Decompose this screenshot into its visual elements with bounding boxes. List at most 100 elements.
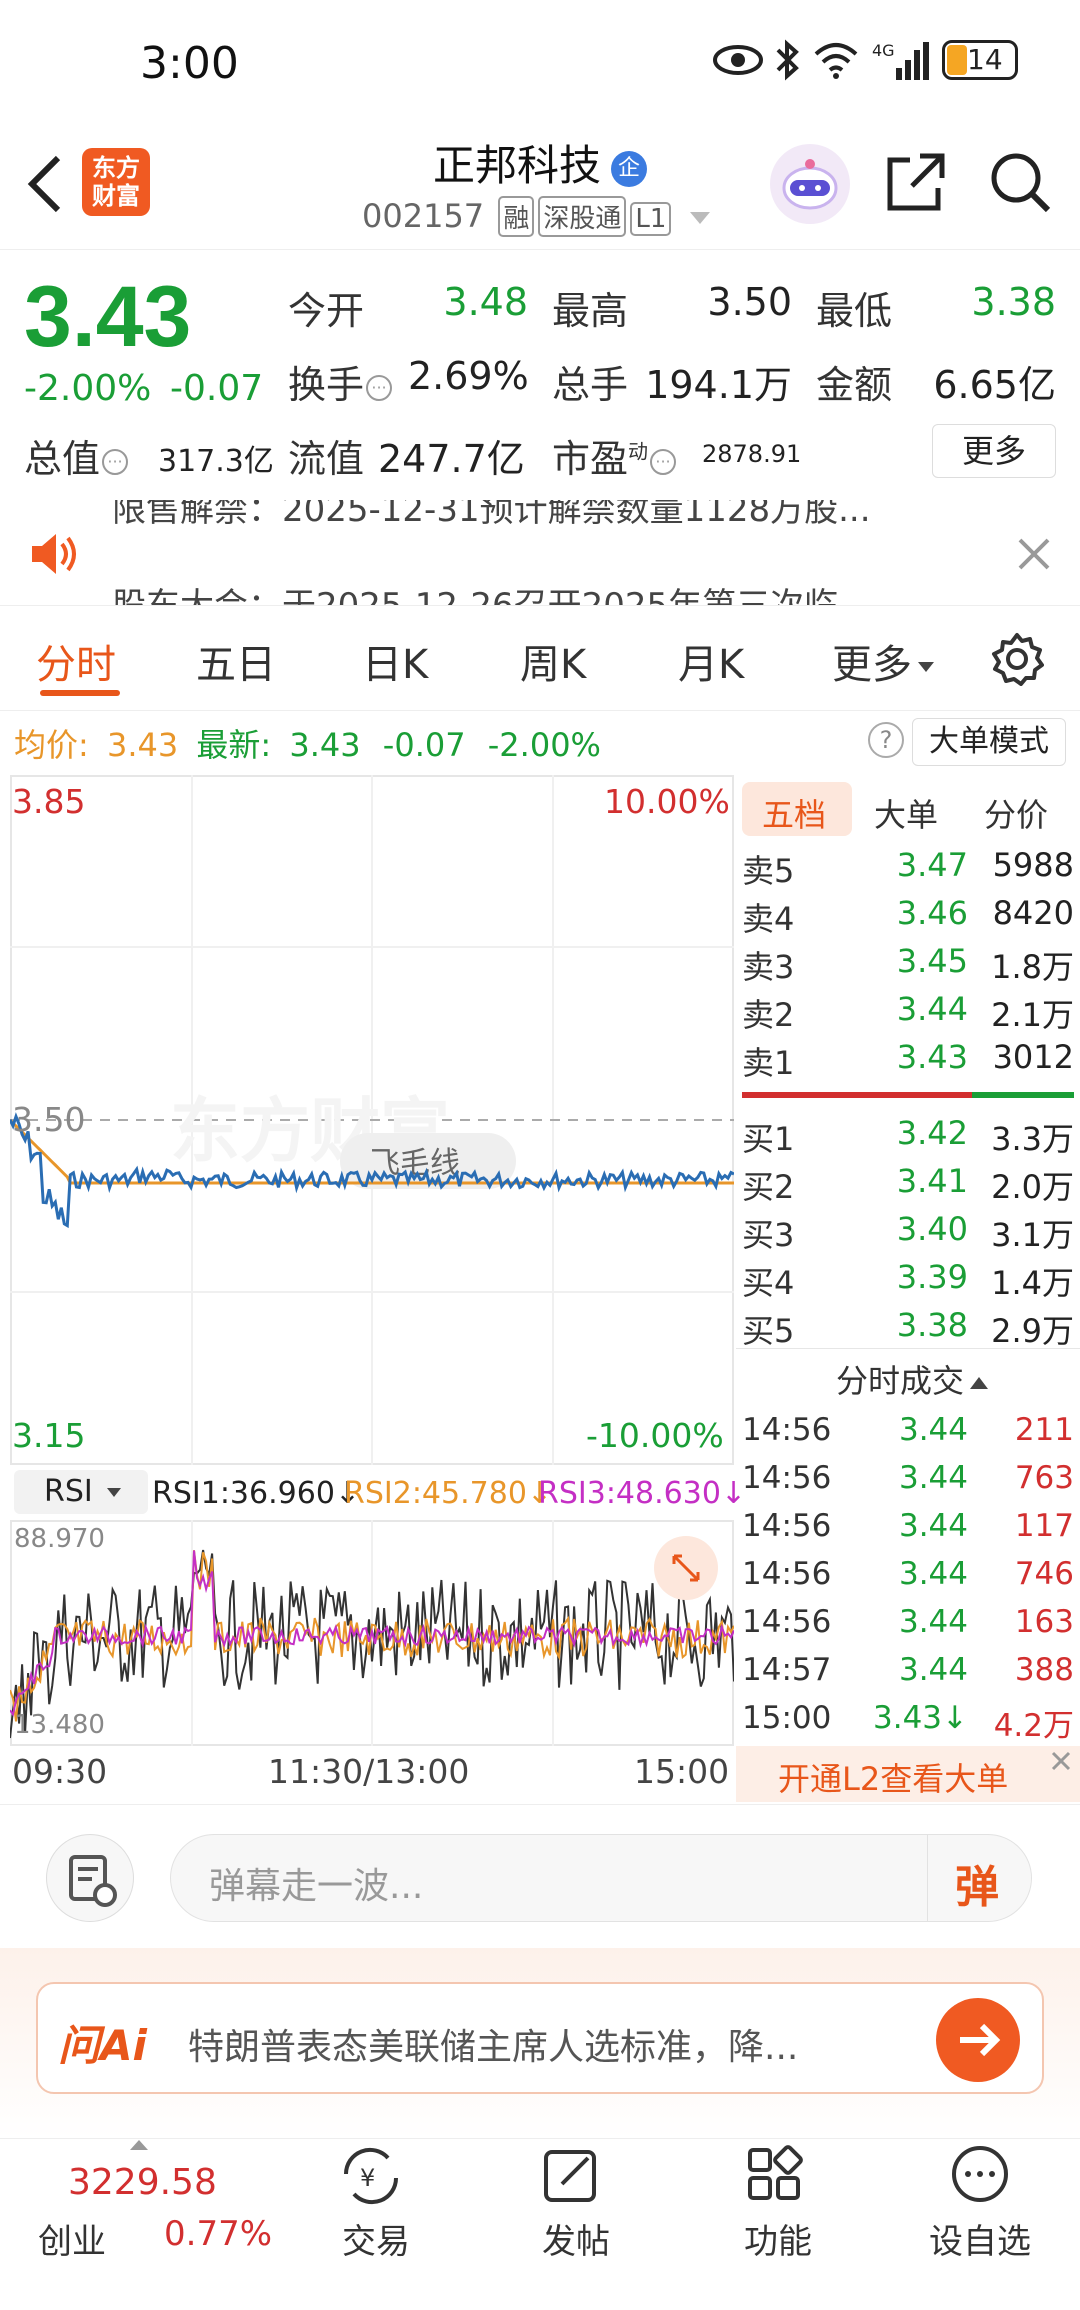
danmu-send-button[interactable]: 弹: [955, 1851, 999, 1915]
info-icon: ···: [366, 374, 393, 401]
danmu-settings-button[interactable]: [46, 1834, 134, 1922]
arrow-right-icon: [960, 2023, 1001, 2057]
tag-connect: 深股通: [538, 196, 627, 237]
nav-trade[interactable]: ¥ 交易: [336, 2144, 416, 2263]
nav-post[interactable]: 发帖: [536, 2144, 616, 2263]
book-level-volume: 2.9万: [991, 1312, 1074, 1350]
turnover-label[interactable]: 换手 ···: [288, 354, 393, 409]
amount-value: 6.65亿: [933, 363, 1056, 407]
settings-gear-icon[interactable]: [990, 632, 1044, 686]
tick-price: 3.44: [898, 1604, 968, 1640]
index-name[interactable]: 创业: [38, 2214, 106, 2263]
tick-price: 3.44: [898, 1652, 968, 1688]
notice-ticker[interactable]: 限售解禁：2025-12-31预计解禁数量1128万股... 股东大会：于202…: [0, 500, 1080, 606]
book-level-price: 3.41: [896, 1162, 968, 1200]
book-level-label: 买3: [742, 1216, 795, 1254]
rsi2-value: RSI2:45.780↓: [344, 1476, 553, 1511]
l2-banner-text: 开通L2查看大单: [778, 1760, 1009, 1798]
status-bar: 3:00 4G 14: [0, 0, 1080, 130]
close-icon[interactable]: [1050, 1750, 1072, 1772]
tick-price: 3.43↓: [873, 1700, 968, 1736]
book-tab-price-dist[interactable]: 分价: [984, 790, 1048, 836]
tick-price: 3.44: [898, 1412, 968, 1448]
float-cap-label: 流值: [288, 437, 365, 481]
stock-code-row[interactable]: 002157 融深股通 L1: [362, 196, 710, 237]
ai-suggestion: 特朗普表态美联储主席人选标准，降...: [188, 2027, 799, 2068]
intraday-chart[interactable]: 东方财富 飞毛线: [10, 775, 734, 1465]
index-value[interactable]: 3229.58: [68, 2162, 217, 2203]
sell-strength-bar: [742, 1092, 972, 1098]
more-quote-button[interactable]: 更多: [932, 424, 1056, 478]
tab-daily-k[interactable]: 日K: [362, 632, 428, 690]
index-pct: 0.77%: [164, 2214, 273, 2254]
book-level-price: 3.45: [896, 942, 968, 980]
search-icon[interactable]: [986, 148, 1054, 216]
nav-functions[interactable]: 功能: [738, 2144, 818, 2263]
book-level-label: 卖1: [742, 1044, 795, 1082]
tab-more[interactable]: 更多: [832, 632, 934, 690]
nav-add-watchlist[interactable]: 设自选: [920, 2144, 1040, 2263]
tick-time: 14:56: [742, 1556, 832, 1592]
ai-query-box[interactable]: 问Ai 特朗普表态美联储主席人选标准，降...: [36, 1982, 1044, 2094]
change-percent: -2.00%: [24, 368, 152, 409]
caret-up-icon: [130, 2140, 148, 2150]
book-level-volume: 2.0万: [991, 1168, 1074, 1206]
edit-icon: [544, 2150, 596, 2202]
ai-go-button[interactable]: [936, 1998, 1020, 2082]
open-label: 今开: [288, 289, 365, 333]
rsi-selector[interactable]: RSI: [14, 1470, 148, 1514]
book-level-price: 3.39: [896, 1258, 968, 1296]
ai-logo: 问Ai: [58, 2021, 147, 2070]
tick-volume: 163: [1014, 1604, 1074, 1640]
tab-monthly-k[interactable]: 月K: [678, 632, 744, 690]
book-level-volume: 5988: [992, 846, 1074, 884]
book-level-volume: 3012: [992, 1038, 1074, 1076]
tab-intraday[interactable]: 分时: [36, 632, 116, 690]
time-start: 09:30: [12, 1752, 108, 1791]
book-level-label: 卖3: [742, 948, 795, 986]
book-level-label: 买1: [742, 1120, 795, 1158]
mcap-label[interactable]: 总值 ···: [24, 428, 129, 483]
divider: [0, 710, 1080, 711]
buy-strength-bar: [972, 1092, 1074, 1098]
svg-text:4G: 4G: [872, 41, 895, 60]
wifi-icon: [812, 40, 860, 80]
turnover-value: 2.69%: [408, 354, 529, 398]
pe-label[interactable]: 市盈动 ···: [552, 428, 677, 483]
rsi-chart[interactable]: [10, 1520, 734, 1746]
stock-code: 002157: [362, 197, 485, 235]
tab-weekly-k[interactable]: 周K: [520, 632, 586, 690]
rsi1-value: RSI1:36.960↓: [152, 1476, 361, 1511]
divider: [0, 1804, 1080, 1805]
high-value: 3.50: [707, 280, 792, 324]
caret-up-icon: [970, 1377, 989, 1389]
help-icon[interactable]: ?: [868, 722, 904, 758]
rsi3-value: RSI3:48.630↓: [538, 1476, 747, 1511]
big-order-mode-button[interactable]: 大单模式: [912, 718, 1066, 766]
book-level-volume: 3.1万: [991, 1216, 1074, 1254]
change-amount: -0.07: [170, 368, 264, 409]
assistant-avatar[interactable]: [770, 144, 850, 224]
low-value: 3.38: [971, 280, 1056, 324]
share-icon[interactable]: [884, 150, 948, 214]
book-tab-levels[interactable]: 五档: [762, 790, 826, 836]
ticks-title[interactable]: 分时成交: [836, 1356, 989, 1402]
book-level-price: 3.43: [896, 1038, 968, 1076]
close-icon[interactable]: [1016, 536, 1052, 572]
high-label: 最高: [552, 289, 629, 333]
l2-banner[interactable]: 开通L2查看大单: [736, 1746, 1080, 1802]
tick-volume: 388: [1014, 1652, 1074, 1688]
low-label: 最低: [816, 289, 893, 333]
comment-input[interactable]: 弹幕走一波... 弹: [170, 1834, 1032, 1922]
book-level-price: 3.44: [896, 990, 968, 1028]
tick-time: 15:00: [742, 1700, 832, 1736]
tick-volume: 117: [1014, 1508, 1074, 1544]
chart-bottom-pct: -10.00%: [586, 1416, 724, 1455]
tab-five-day[interactable]: 五日: [196, 632, 276, 690]
speaker-icon: [30, 532, 78, 576]
book-level-volume: 2.1万: [991, 996, 1074, 1034]
grid-icon: [748, 2145, 803, 2200]
book-level-label: 买5: [742, 1312, 795, 1350]
book-tab-big-orders[interactable]: 大单: [874, 790, 938, 836]
info-icon: ···: [650, 448, 677, 475]
